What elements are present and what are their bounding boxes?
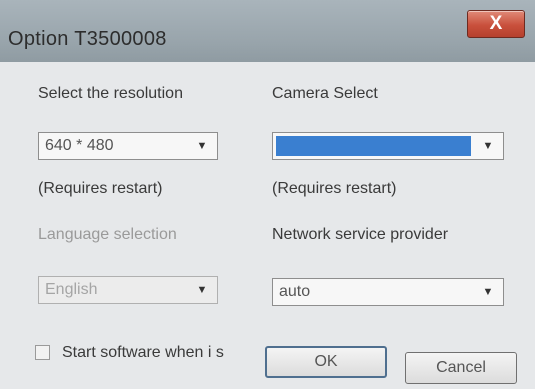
title-bar[interactable]: Option T3500008 X [0,0,535,62]
resolution-select[interactable]: 640 * 480 ▼ [38,132,218,160]
camera-restart-note: (Requires restart) [272,180,397,197]
language-value: English [45,281,98,298]
chevron-down-icon[interactable]: ▼ [191,136,213,156]
window-title: Option T3500008 [8,28,167,50]
resolution-value: 640 * 480 [45,137,114,154]
close-button[interactable]: X [467,10,525,38]
cancel-label: Cancel [436,359,486,376]
ok-button[interactable]: OK [265,346,387,378]
language-label: Language selection [38,226,177,243]
resolution-restart-note: (Requires restart) [38,180,163,197]
chevron-down-icon[interactable]: ▼ [477,136,499,156]
close-icon: X [489,13,503,34]
camera-selection-highlight [276,136,471,156]
startup-checkbox[interactable] [35,345,50,360]
language-select[interactable]: English ▼ [38,276,218,304]
cancel-button[interactable]: Cancel [405,352,517,384]
network-label: Network service provider [272,226,449,243]
options-dialog: Option T3500008 X Select the resolution … [0,0,535,389]
resolution-label: Select the resolution [38,85,183,102]
camera-select[interactable]: ▼ [272,132,504,160]
network-value: auto [279,283,311,300]
startup-label: Start software when i s [62,344,224,361]
chevron-down-icon[interactable]: ▼ [191,280,213,300]
ok-label: OK [314,353,338,370]
camera-label: Camera Select [272,85,378,102]
chevron-down-icon[interactable]: ▼ [477,282,499,302]
network-select[interactable]: auto ▼ [272,278,504,306]
